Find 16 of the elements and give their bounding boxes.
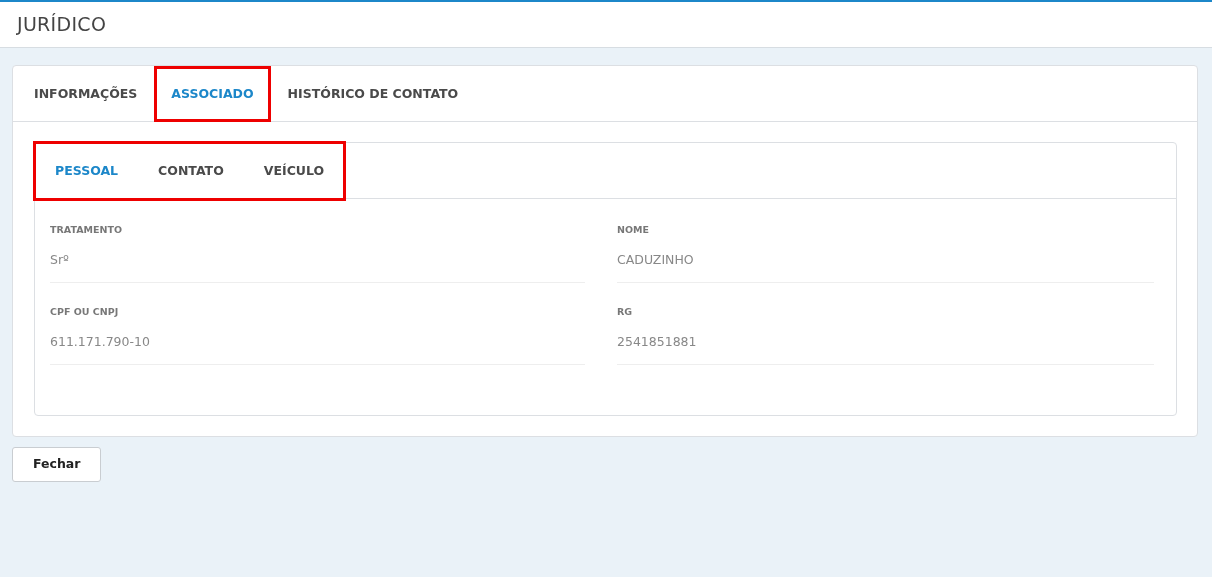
tab[interactable]: CONTATO [138,143,244,199]
field-label: NOME [617,223,650,237]
field-value: CADUZINHO [617,251,1154,283]
tab[interactable]: INFORMAÇÕES [17,66,155,122]
field-value: 611.171.790-10 [50,333,585,365]
tab[interactable]: VEÍCULO [243,143,345,199]
field-label: CPF OU CNPJ [50,305,120,319]
tab[interactable]: ASSOCIADO [154,66,271,122]
close-button[interactable]: Fechar [12,447,102,482]
tab[interactable]: PESSOAL [35,143,139,199]
page-title: JURÍDICO [17,12,107,38]
field-label: TRATAMENTO [50,223,123,237]
tab[interactable]: HISTÓRICO DE CONTATO [270,66,476,122]
field-value: 2541851881 [617,333,1154,365]
field-label: RG [617,305,634,319]
field-value: Srº [50,251,585,283]
